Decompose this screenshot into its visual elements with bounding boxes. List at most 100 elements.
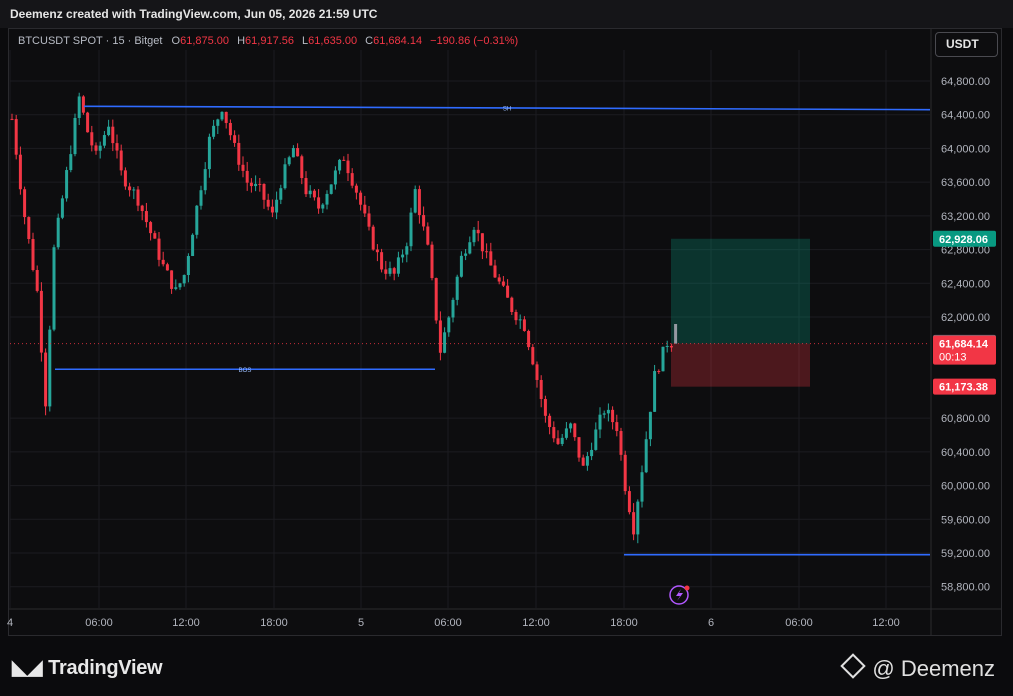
candle-body <box>300 156 304 179</box>
candle-body <box>371 226 375 250</box>
candle-body <box>653 371 657 412</box>
y-tick-label: 64,000.00 <box>941 143 990 155</box>
candle-body <box>375 249 379 253</box>
candle-body <box>669 345 673 348</box>
candle-body <box>56 217 60 248</box>
candle-body <box>455 276 459 300</box>
candle-body <box>48 329 52 407</box>
candle-body <box>661 346 665 372</box>
candle-body <box>119 150 123 171</box>
candle-body <box>560 437 564 444</box>
candle-body <box>136 189 140 206</box>
legend-open-value: 61,875.00 <box>180 35 230 47</box>
candle-body <box>254 183 258 187</box>
tradingview-logo-icon: ◣◢ <box>12 657 43 679</box>
candle-body <box>65 170 69 199</box>
author-text: @ Deemenz <box>872 656 995 681</box>
legend-symbol[interactable]: BTCUSDT SPOT · 15 · Bitget <box>18 35 162 47</box>
candle-body <box>581 457 585 466</box>
candle-body <box>384 269 388 274</box>
candle-body <box>270 206 274 213</box>
candle-body <box>10 118 14 120</box>
candle-body <box>485 251 489 253</box>
candle-body <box>149 222 153 234</box>
position-stop-zone[interactable] <box>671 343 810 387</box>
candle-body <box>510 297 514 313</box>
currency-button[interactable]: USDT <box>935 32 998 57</box>
candle-body <box>233 135 237 143</box>
candle-body <box>279 188 283 200</box>
candle-body <box>329 184 333 194</box>
candle-body <box>501 281 505 286</box>
candle-body <box>594 429 598 450</box>
y-tick-label: 64,800.00 <box>941 76 990 88</box>
legend-low-value: 61,635.00 <box>308 35 358 47</box>
candle-body <box>94 145 98 151</box>
candle-body <box>598 414 602 430</box>
candle-body <box>14 119 18 155</box>
candle-body <box>325 193 329 205</box>
candle-body <box>514 312 518 321</box>
candle-body <box>438 320 442 353</box>
candle-body <box>367 213 371 227</box>
x-tick-label: 12:00 <box>522 617 550 629</box>
candle-body <box>413 189 417 213</box>
x-tick-label: 12:00 <box>872 617 900 629</box>
position-target-zone[interactable] <box>671 238 810 344</box>
candle-body <box>350 173 354 186</box>
tradingview-brand[interactable]: ◣◢ TradingView <box>12 655 163 680</box>
candle-body <box>556 438 560 444</box>
candle-body <box>459 255 463 277</box>
candle-body <box>636 501 640 535</box>
candle-body <box>73 117 77 155</box>
candle-body <box>615 422 619 432</box>
candle-body <box>518 319 522 321</box>
candle-body <box>359 192 363 205</box>
candle-body <box>174 287 178 289</box>
notification-dot <box>684 585 690 591</box>
candle-body <box>237 142 241 165</box>
candle-body <box>489 251 493 266</box>
candle-body <box>552 427 556 439</box>
candle-body <box>262 183 266 200</box>
candle-body <box>640 472 644 502</box>
candle-body <box>321 204 325 209</box>
candle-body <box>128 186 132 191</box>
candle-body <box>569 423 573 429</box>
candle-body <box>354 185 358 193</box>
candle-body <box>447 317 451 333</box>
y-tick-label: 60,400.00 <box>941 447 990 459</box>
candle-body <box>115 143 119 151</box>
candle-body <box>506 285 510 298</box>
candle-body <box>317 197 321 209</box>
candle-body <box>548 415 552 428</box>
x-tick-label: 12:00 <box>172 617 200 629</box>
candle-body <box>497 277 501 282</box>
legend-close-label: C <box>365 35 374 47</box>
candle-body <box>312 190 316 198</box>
candle-body <box>144 211 148 223</box>
x-tick-label: 18:00 <box>260 617 288 629</box>
candle-body <box>480 233 484 252</box>
price-chart[interactable]: 64,800.00 64,400.00 64,000.00 63,600.00 63,2… <box>0 0 1013 696</box>
candle-body <box>18 154 22 190</box>
y-tick-label: 62,000.00 <box>941 312 990 324</box>
legend-change: −190.86 (−0.31%) <box>430 35 519 47</box>
candle-body <box>186 256 190 276</box>
candle-body <box>35 270 39 291</box>
x-tick-label: 5 <box>358 617 364 629</box>
candle-body <box>266 199 270 207</box>
candle-body <box>165 264 169 271</box>
candle-body <box>648 411 652 440</box>
author-tag: @ Deemenz <box>840 653 995 682</box>
legend-close-value: 61,684.14 <box>373 35 423 47</box>
candle-body <box>195 205 199 235</box>
candle-body <box>228 122 232 136</box>
candle-body <box>224 111 228 123</box>
candle-body <box>363 204 367 214</box>
candle-body <box>430 244 434 279</box>
binance-diamond-icon <box>840 653 867 679</box>
y-tick-label: 59,600.00 <box>941 514 990 526</box>
y-tick-label: 60,000.00 <box>941 481 990 493</box>
candle-body <box>468 242 472 254</box>
